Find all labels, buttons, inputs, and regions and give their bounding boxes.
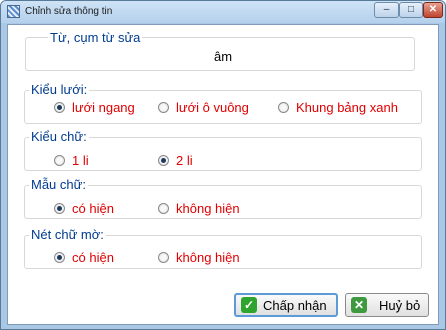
minimize-button[interactable]: – — [374, 2, 399, 18]
check-icon: ✓ — [241, 297, 257, 313]
radio-dot[interactable] — [158, 102, 169, 113]
radio-dot[interactable] — [54, 252, 65, 263]
cancel-button-label: Huỷ bỏ — [379, 297, 421, 313]
radio-dot[interactable] — [278, 102, 289, 113]
radio-dot[interactable] — [54, 155, 65, 166]
grid-type-legend: Kiểu lưới: — [29, 82, 90, 97]
radio-grid-square[interactable]: lưới ô vuông — [158, 100, 249, 115]
radio-label: lưới ngang — [72, 100, 135, 115]
radio-dot[interactable] — [54, 102, 65, 113]
app-icon — [7, 5, 20, 18]
radio-sample-show[interactable]: có hiện — [54, 201, 114, 216]
faded-stroke-legend: Nét chữ mờ: — [29, 227, 106, 242]
radio-label: không hiện — [176, 250, 240, 265]
radio-char-2li[interactable]: 2 li — [158, 153, 193, 168]
radio-faded-show[interactable]: có hiện — [54, 250, 114, 265]
radio-char-1li[interactable]: 1 li — [54, 153, 89, 168]
radio-dot[interactable] — [158, 155, 169, 166]
x-icon: ✕ — [351, 297, 367, 313]
radio-grid-horizontal[interactable]: lưới ngang — [54, 100, 135, 115]
radio-grid-blue-frame[interactable]: Khung bảng xanh — [278, 100, 398, 115]
sample-char-legend: Mẫu chữ: — [29, 177, 88, 192]
cancel-button[interactable]: ✕ Huỷ bỏ — [345, 293, 429, 317]
radio-sample-hide[interactable]: không hiện — [158, 201, 240, 216]
ok-button-label: Chấp nhận — [263, 297, 327, 313]
radio-label: có hiện — [72, 250, 114, 265]
close-button[interactable]: ✕ — [423, 2, 443, 18]
radio-label: 1 li — [72, 153, 89, 168]
title-bar[interactable]: Chỉnh sửa thông tin – □ ✕ — [1, 1, 445, 23]
window-title: Chỉnh sửa thông tin — [25, 6, 113, 17]
dialog-window: Chỉnh sửa thông tin – □ ✕ Từ, cụm từ sửa… — [0, 0, 446, 330]
radio-dot[interactable] — [158, 203, 169, 214]
char-type-legend: Kiểu chữ: — [29, 129, 89, 144]
radio-label: có hiện — [72, 201, 114, 216]
edited-word-value: âm — [214, 49, 233, 64]
radio-label: không hiện — [176, 201, 240, 216]
maximize-button[interactable]: □ — [399, 2, 423, 18]
dialog-body: Từ, cụm từ sửa âm Kiểu lưới: lưới ngang … — [7, 24, 439, 325]
radio-dot[interactable] — [158, 252, 169, 263]
radio-label: Khung bảng xanh — [296, 100, 398, 115]
radio-faded-hide[interactable]: không hiện — [158, 250, 240, 265]
radio-label: 2 li — [176, 153, 193, 168]
word-group-legend: Từ, cụm từ sửa — [48, 30, 143, 45]
radio-label: lưới ô vuông — [176, 100, 249, 115]
ok-button[interactable]: ✓ Chấp nhận — [234, 293, 338, 317]
radio-dot[interactable] — [54, 203, 65, 214]
